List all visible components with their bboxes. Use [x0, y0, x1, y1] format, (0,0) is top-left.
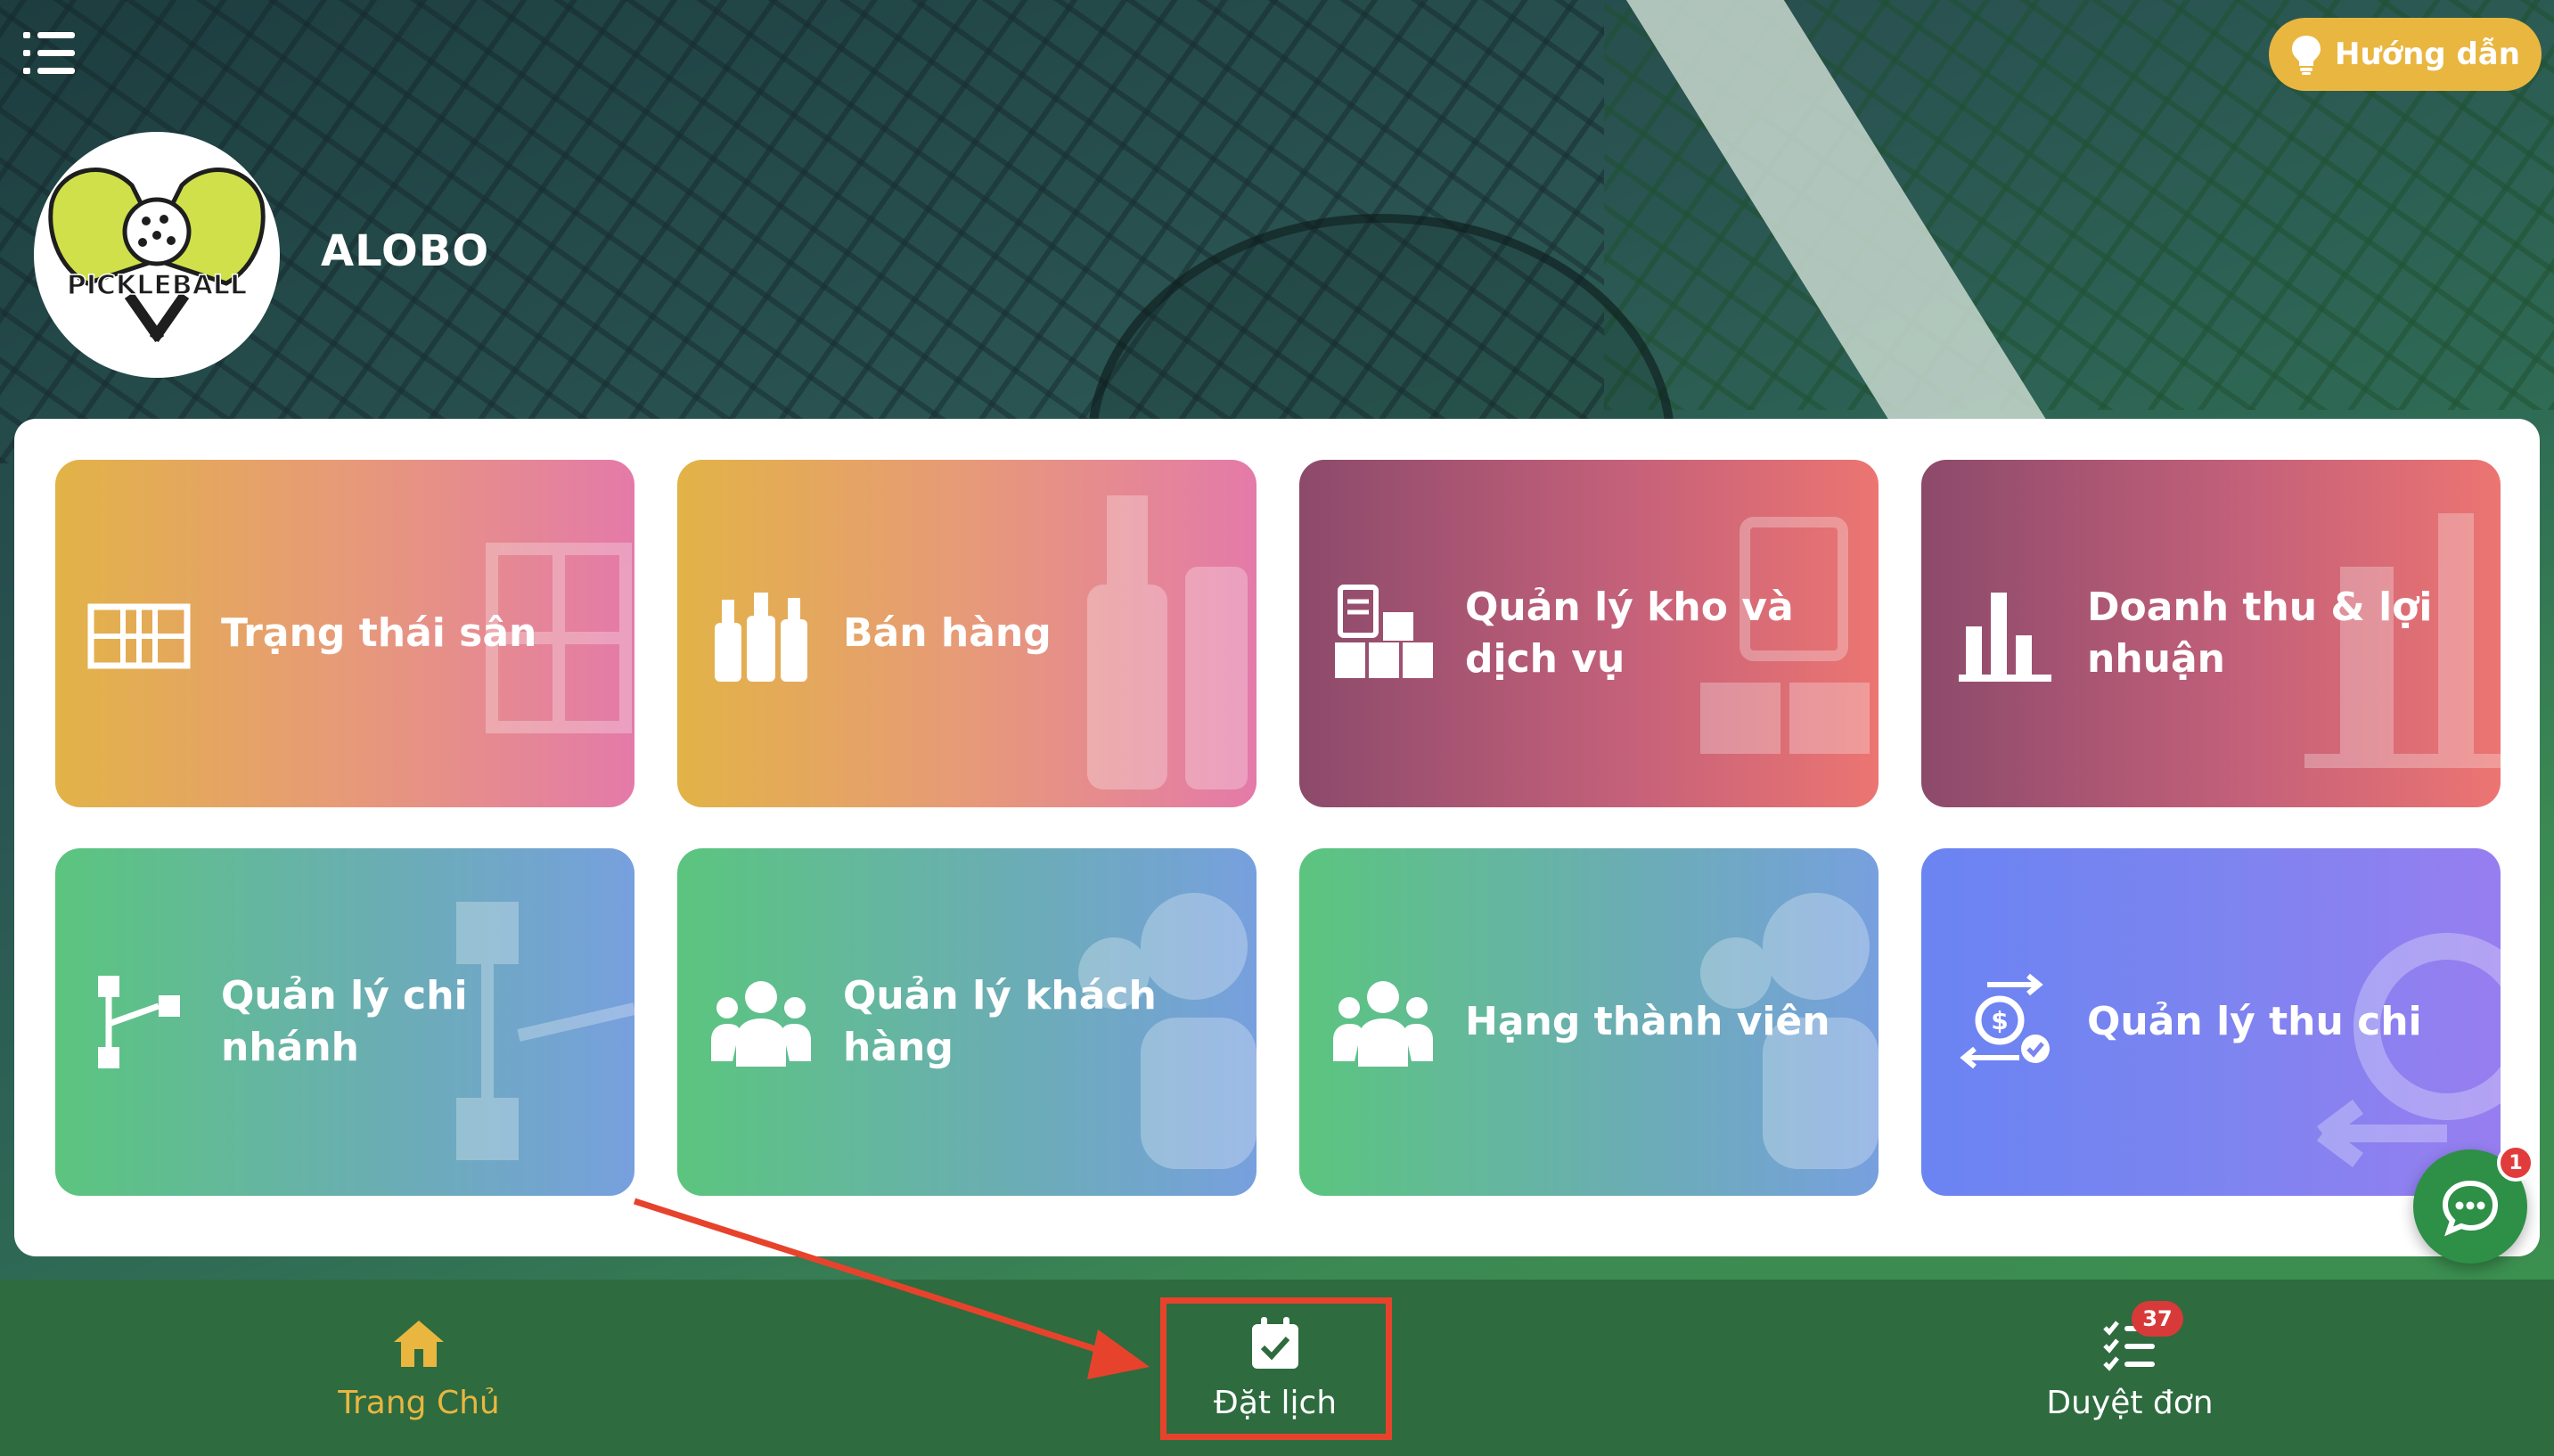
- nav-home[interactable]: Trang Chủ: [294, 1280, 544, 1456]
- branch-tree-icon: [98, 976, 180, 1068]
- home-icon: [394, 1320, 444, 1367]
- feature-panel: Trạng thái sân Bán hàng Quản lý kho và d…: [14, 419, 2540, 1256]
- pickleball-logo: PICKLEBALL: [48, 168, 266, 343]
- guide-button[interactable]: Hướng dẫn: [2269, 18, 2542, 91]
- warehouse-boxes-icon: [1335, 585, 1433, 678]
- annotation-highlight-box: [1160, 1297, 1392, 1440]
- card-court-status[interactable]: Trạng thái sân: [55, 460, 634, 807]
- svg-text:PICKLEBALL: PICKLEBALL: [67, 270, 247, 301]
- users-group-icon: [711, 981, 811, 1067]
- card-label: Quản lý kho và dịch vụ: [1465, 585, 1794, 682]
- lightbulb-icon: [2292, 36, 2321, 75]
- card-label: Trạng thái sân: [221, 610, 537, 656]
- orders-badge: 37: [2132, 1301, 2183, 1337]
- card-label: Quản lý chi nhánh: [221, 973, 468, 1070]
- card-membership[interactable]: Hạng thành viên: [1299, 848, 1879, 1196]
- svg-text:$: $: [1991, 1006, 2008, 1035]
- bottles-icon: [715, 593, 807, 682]
- nav-orders[interactable]: Duyệt đơn: [2005, 1280, 2255, 1456]
- card-label: Quản lý khách hàng: [843, 973, 1157, 1070]
- card-branches[interactable]: Quản lý chi nhánh: [55, 848, 634, 1196]
- card-customers[interactable]: Quản lý khách hàng: [677, 848, 1257, 1196]
- users-group-icon: [1333, 981, 1433, 1067]
- bar-chart-icon: [1959, 593, 2051, 682]
- menu-icon[interactable]: [23, 32, 75, 75]
- card-sales[interactable]: Bán hàng: [677, 460, 1257, 807]
- card-revenue[interactable]: Doanh thu & lợi nhuận: [1921, 460, 2501, 807]
- card-cashflow[interactable]: $ Quản lý thu chi: [1921, 848, 2501, 1196]
- court-grid-icon: [87, 603, 191, 669]
- card-label: Hạng thành viên: [1465, 999, 1830, 1044]
- avatar[interactable]: PICKLEBALL: [34, 132, 280, 378]
- card-inventory[interactable]: Quản lý kho và dịch vụ: [1299, 460, 1879, 807]
- chat-badge: 1: [2497, 1144, 2534, 1182]
- brand-name: ALOBO: [321, 226, 490, 276]
- card-label: Doanh thu & lợi nhuận: [2087, 585, 2433, 682]
- nav-home-label: Trang Chủ: [338, 1384, 500, 1421]
- guide-button-label: Hướng dẫn: [2335, 37, 2520, 72]
- card-label: Bán hàng: [843, 610, 1052, 656]
- nav-orders-label: Duyệt đơn: [2046, 1384, 2214, 1421]
- card-label: Quản lý thu chi: [2087, 999, 2422, 1044]
- money-exchange-icon: $: [1960, 973, 2050, 1069]
